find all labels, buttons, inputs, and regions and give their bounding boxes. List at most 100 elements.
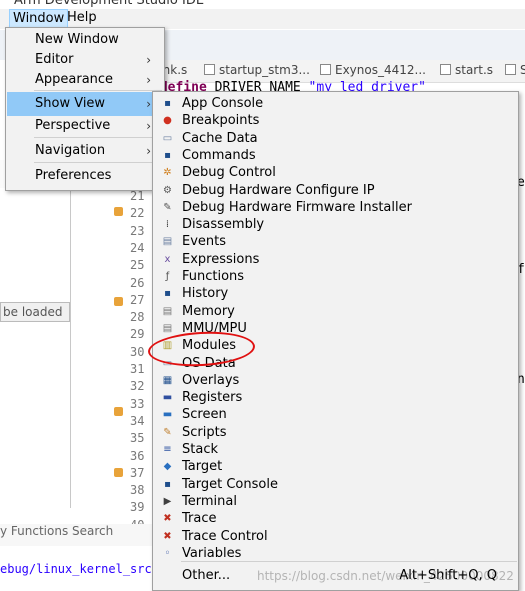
trace-icon: ✖ [163, 530, 172, 542]
line-number: 34 [130, 413, 145, 428]
overlays-icon: ▦ [162, 374, 173, 386]
window-menu-item-navigation[interactable]: Navigation › [7, 139, 163, 163]
shortcut-label: Alt+Shift+Q, Q [399, 568, 497, 583]
console-icon: ▪ [164, 98, 171, 109]
menu-window[interactable]: Window [9, 9, 69, 28]
chevron-right-icon: › [146, 73, 151, 87]
line-number: 29 [130, 327, 145, 342]
line-number: 27 [130, 292, 145, 307]
line-number: 33 [130, 396, 145, 411]
menu-separator [34, 90, 162, 91]
chevron-right-icon: › [146, 119, 151, 133]
line-number: 22 [130, 206, 145, 221]
tab-s[interactable]: S [505, 63, 525, 77]
tab-exynos[interactable]: Exynos_4412... [320, 63, 426, 77]
load-status: be loaded [0, 302, 70, 322]
window-menu-item-preferences[interactable]: Preferences [7, 164, 163, 188]
show-view-item-stack[interactable]: ≡ Stack [154, 441, 517, 458]
line-number: 24 [130, 240, 145, 255]
cache-icon: ▭ [162, 132, 173, 144]
line-number: 26 [130, 275, 145, 290]
screen-icon: ▬ [162, 409, 173, 421]
events-icon: ▤ [162, 236, 173, 248]
memory-icon: ▤ [162, 305, 173, 317]
warning-marker-icon [114, 468, 123, 477]
file-icon [320, 64, 331, 75]
menu-separator [34, 162, 162, 163]
show-view-item-trace-control[interactable]: ✖ Trace Control [154, 528, 517, 545]
console-icon: ▪ [164, 149, 171, 161]
chevron-right-icon: › [146, 144, 151, 158]
window-menu-item-appearance[interactable]: Appearance › [7, 68, 163, 92]
file-icon [204, 64, 215, 75]
show-view-item-disassembly[interactable]: ⁞ Disassembly [154, 216, 517, 233]
trace-icon: ✖ [163, 513, 172, 525]
app-title: Arm Development Studio IDE [14, 0, 205, 8]
hardware-icon: ⚙ [163, 184, 172, 196]
show-view-item-other[interactable]: Other... Alt+Shift+Q, Q [154, 564, 517, 588]
show-view-item-trace[interactable]: ✖ Trace [154, 510, 517, 527]
show-view-item-target[interactable]: ◆ Target [154, 458, 517, 475]
show-view-item-expressions[interactable]: x Expressions [154, 251, 517, 268]
show-view-item-target-console[interactable]: ▪ Target Console [154, 476, 517, 493]
registers-icon: ▬ [162, 392, 173, 404]
tab-startup[interactable]: startup_stm3... [204, 63, 310, 77]
line-number: 25 [130, 258, 145, 273]
chevron-right-icon: › [146, 97, 151, 111]
show-view-item-variables[interactable]: ◦ Variables [154, 545, 517, 562]
warning-marker-icon [114, 407, 123, 416]
disassembly-icon: ⁞ [165, 219, 170, 231]
warning-marker-icon [114, 207, 123, 216]
show-view-item-breakpoints[interactable]: ● Breakpoints [154, 112, 517, 129]
target-icon: ◆ [163, 461, 172, 473]
show-view-item-overlays[interactable]: ▦ Overlays [154, 372, 517, 389]
console-path: ebug/linux_kernel_src [0, 562, 152, 576]
terminal-icon: ▶ [163, 495, 172, 507]
window-menu-item-show-view[interactable]: Show View › [7, 92, 163, 116]
menu-separator [181, 561, 517, 562]
mmu-icon: ▤ [162, 322, 173, 334]
functions-icon: ƒ [165, 271, 170, 282]
window-menu: New Window Editor › Appearance › Show View › Pe… [5, 27, 165, 191]
tab-start[interactable]: start.s [440, 63, 493, 77]
show-view-item-debug-hardware-firmware-installer[interactable]: ✎ Debug Hardware Firmware Installer [154, 199, 517, 216]
show-view-item-commands[interactable]: ▪ Commands [154, 147, 517, 164]
show-view-item-cache-data[interactable]: ▭ Cache Data [154, 130, 517, 147]
show-view-item-registers[interactable]: ▬ Registers [154, 389, 517, 406]
stack-icon: ≡ [163, 444, 172, 455]
show-view-item-terminal[interactable]: ▶ Terminal [154, 493, 517, 510]
show-view-item-screen[interactable]: ▬ Screen [154, 406, 517, 423]
title-bar: Arm Development Studio IDE [0, 0, 525, 9]
expressions-icon: x [164, 253, 171, 265]
line-number: 37 [130, 465, 145, 480]
breakpoint-icon: ● [163, 115, 172, 127]
menu-help[interactable]: Help [64, 9, 100, 27]
bottom-view-tabs[interactable]: y Functions Search [0, 524, 155, 546]
firmware-icon: ✎ [163, 201, 172, 213]
line-number: 38 [130, 483, 145, 498]
line-number: 32 [130, 379, 145, 394]
show-view-item-app-console[interactable]: ▪ App Console [154, 95, 517, 112]
show-view-item-functions[interactable]: ƒ Functions [154, 268, 517, 285]
warning-marker-icon [114, 297, 123, 306]
line-number: 36 [130, 448, 145, 463]
line-number: 21 [130, 189, 145, 203]
show-view-item-debug-hardware-configure-ip[interactable]: ⚙ Debug Hardware Configure IP [154, 182, 517, 199]
line-number: 35 [130, 431, 145, 446]
show-view-item-scripts[interactable]: ✎ Scripts [154, 424, 517, 441]
show-view-item-history[interactable]: ▪ History [154, 285, 517, 302]
project-explorer [0, 188, 71, 508]
console-icon: ▪ [164, 478, 171, 490]
scripts-icon: ✎ [163, 426, 172, 438]
show-view-item-debug-control[interactable]: ✲ Debug Control [154, 164, 517, 181]
debug-icon: ✲ [163, 167, 172, 179]
line-number: 39 [130, 500, 145, 515]
line-number: 23 [130, 223, 145, 238]
history-icon: ▪ [164, 288, 171, 300]
show-view-item-events[interactable]: ▤ Events [154, 233, 517, 250]
file-icon [505, 64, 516, 75]
file-icon [440, 64, 451, 75]
line-number: 30 [130, 344, 145, 359]
show-view-item-memory[interactable]: ▤ Memory [154, 303, 517, 320]
window-menu-item-perspective[interactable]: Perspective › [7, 114, 163, 138]
